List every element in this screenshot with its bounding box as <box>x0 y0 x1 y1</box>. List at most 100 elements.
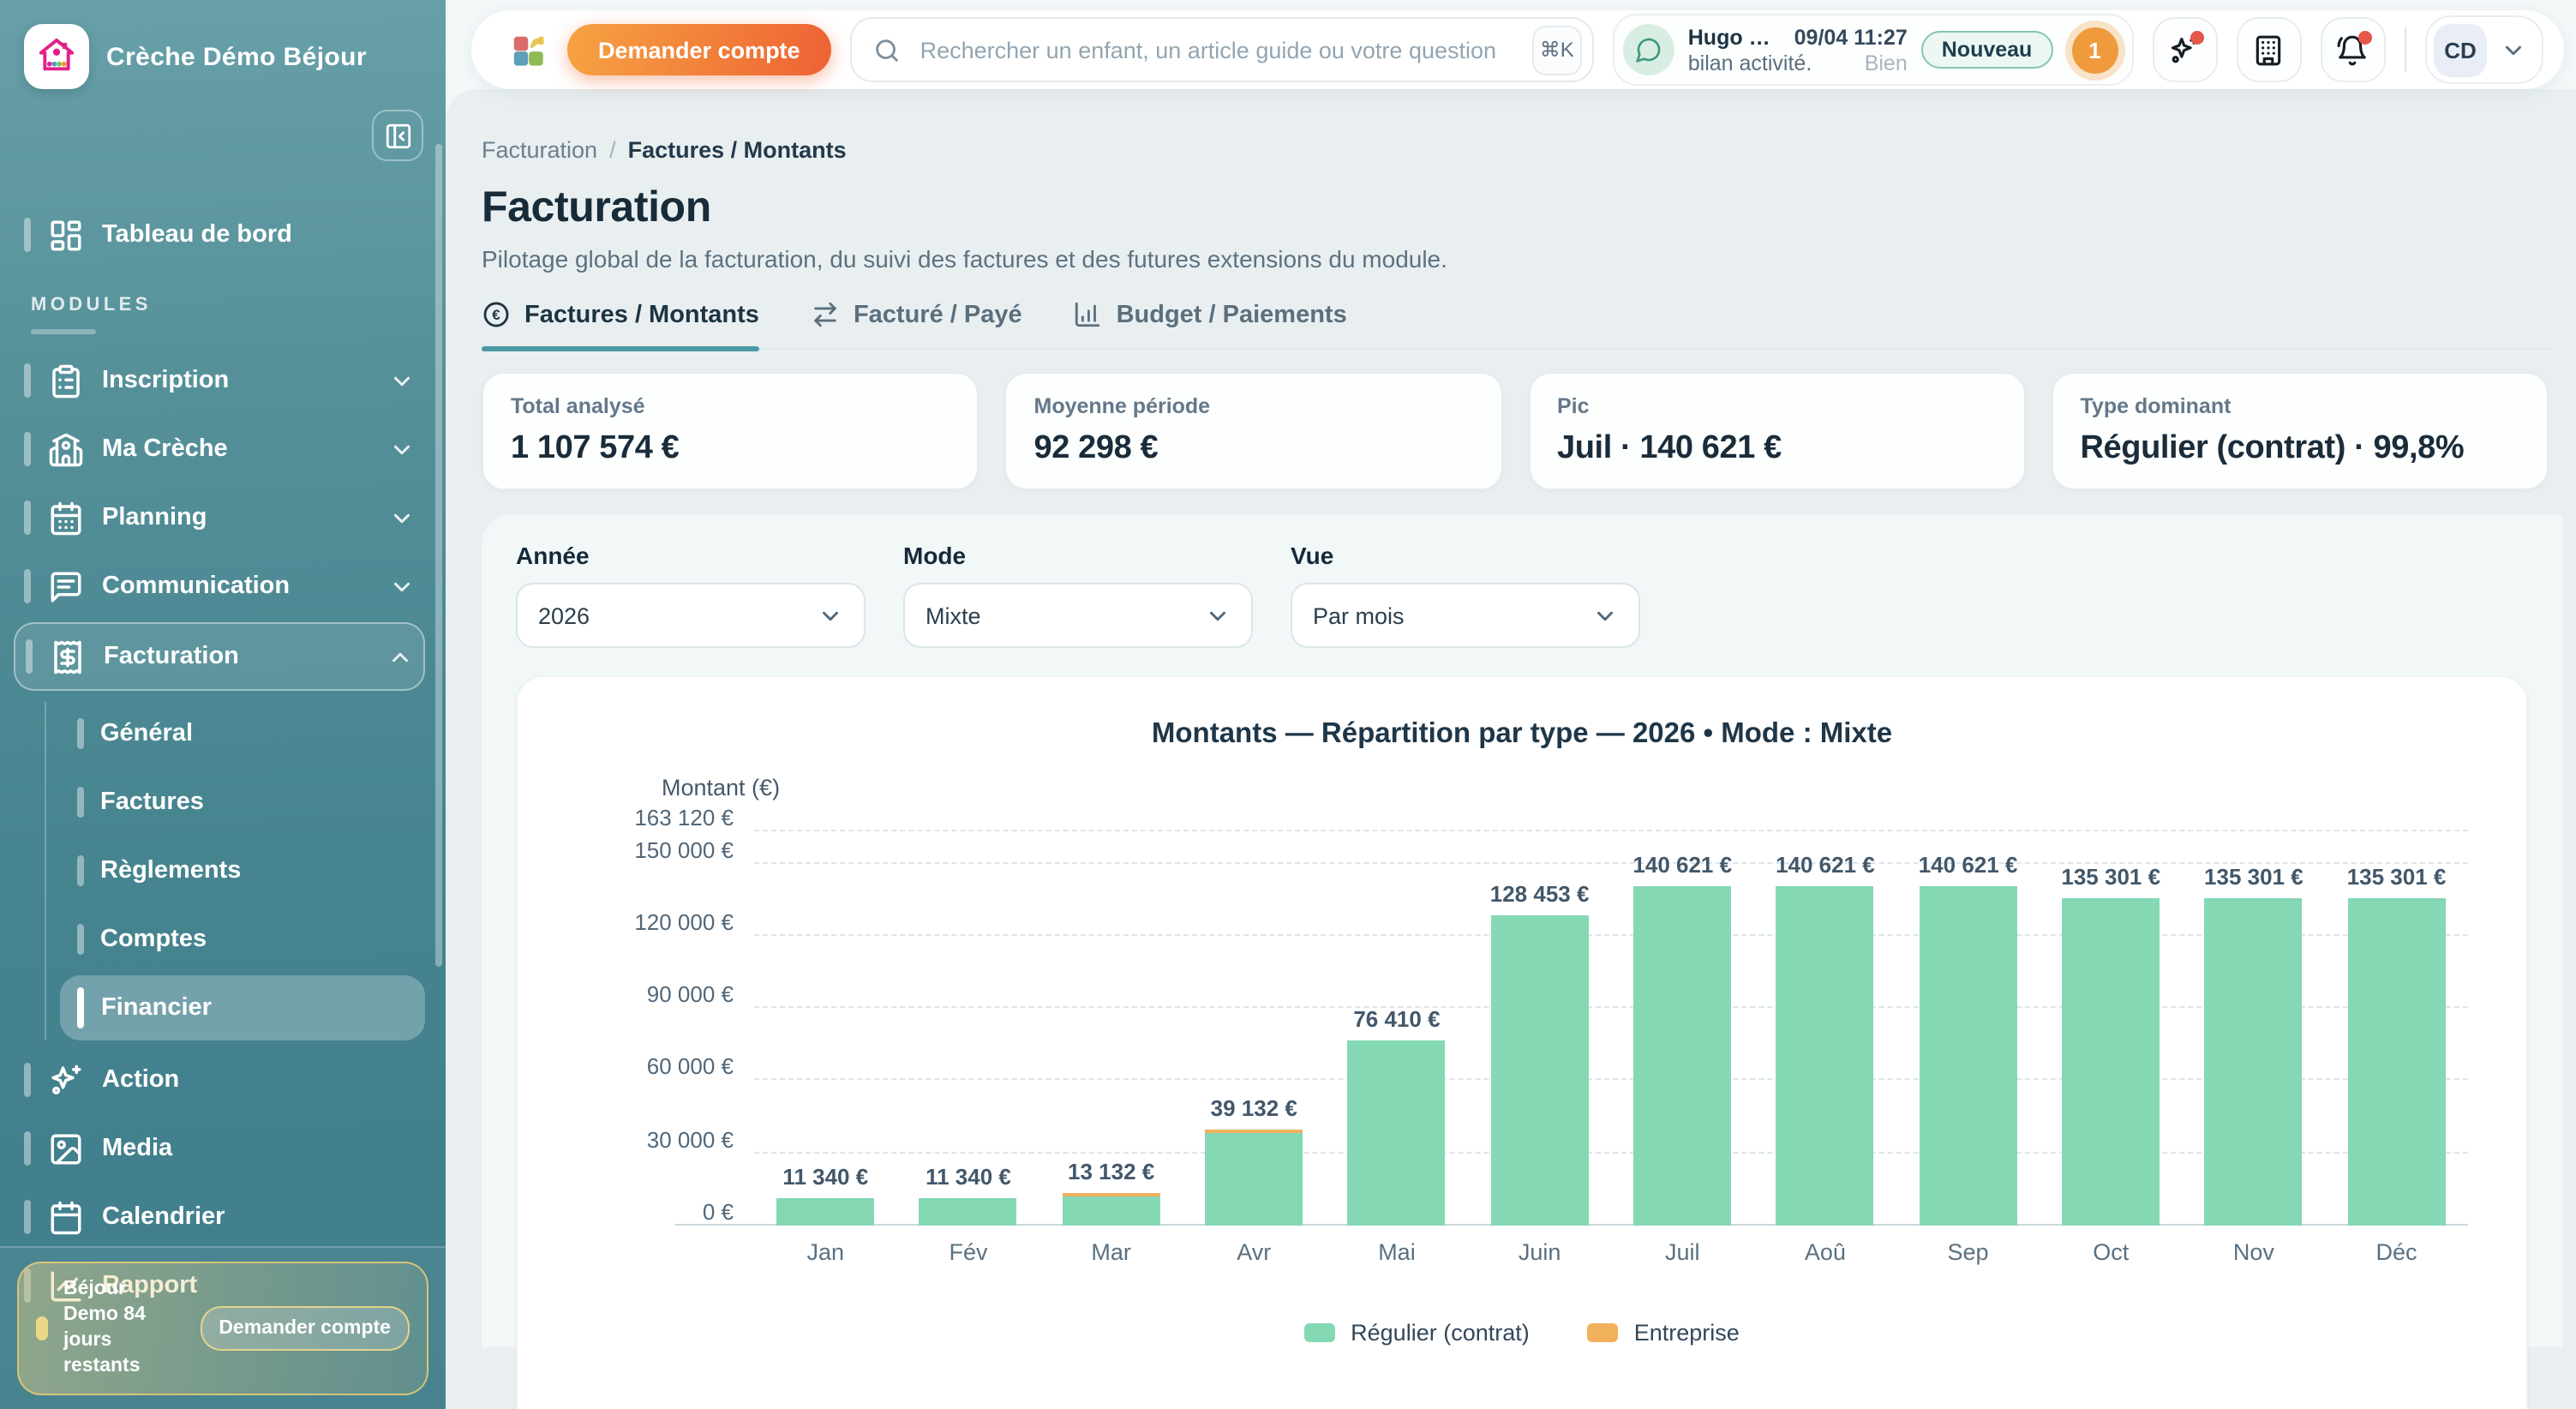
tab-label: Factures / Montants <box>524 301 759 328</box>
filter-select[interactable]: Par mois <box>1291 583 1640 648</box>
filter-année: Année2026 <box>516 542 866 648</box>
bar-segment-regulier <box>2205 898 2303 1226</box>
sidebar-subitem-label: Général <box>100 720 193 747</box>
sidebar-item-label: Tableau de bord <box>102 221 292 249</box>
filter-label: Vue <box>1291 542 1640 569</box>
sidebar-item-facturation[interactable]: Facturation <box>14 622 425 691</box>
stat-label: Moyenne période <box>1034 394 1474 418</box>
breadcrumb-separator: / <box>609 137 616 163</box>
sidebar-subitem-financier[interactable]: Financier <box>60 975 425 1040</box>
item-marker <box>24 1131 30 1166</box>
legend-label: Entreprise <box>1634 1320 1740 1346</box>
tab-label: Budget / Paiements <box>1117 301 1347 328</box>
bar-stack <box>1776 885 1874 1226</box>
search-bar[interactable]: ⌘K <box>850 17 1594 82</box>
sidebar-item-tableau-de-bord[interactable]: Tableau de bord <box>14 202 425 267</box>
app-window: Crèche Démo Béjour Tableau de bordMODULE… <box>0 0 2576 1409</box>
sidebar-subitem-general[interactable]: Général <box>60 701 425 766</box>
sidebar-scrollbar-thumb[interactable] <box>434 144 442 967</box>
chevron-down-icon <box>1592 603 1618 628</box>
search-icon <box>872 35 902 64</box>
tab-1[interactable]: Facturé / Payé <box>811 300 1022 348</box>
sidebar-subitem-label: Comptes <box>100 926 207 953</box>
sidebar-subitem-comptes[interactable]: Comptes <box>60 907 425 972</box>
bar-stack <box>2348 898 2446 1226</box>
item-marker <box>77 987 84 1028</box>
stat-label: Total analysé <box>511 394 950 418</box>
sidebar-subitem-reglements[interactable]: Règlements <box>60 838 425 903</box>
item-marker <box>77 855 83 886</box>
sidebar-nav: Tableau de bordMODULESInscriptionMa Crèc… <box>0 202 446 1322</box>
bar-segment-regulier <box>1491 915 1589 1226</box>
search-shortcut-badge: ⌘K <box>1532 25 1582 75</box>
sidebar-item-communication[interactable]: Communication <box>14 554 425 619</box>
legend-label: Régulier (contrat) <box>1351 1320 1530 1346</box>
receipt-icon <box>49 639 85 675</box>
panel-left-close-icon <box>383 121 412 150</box>
sidebar-subitem-label: Règlements <box>100 857 241 884</box>
chevron-down-icon <box>389 573 415 599</box>
sidebar-item-ma-creche[interactable]: Ma Crèche <box>14 417 425 482</box>
trial-dot-icon <box>36 1316 48 1340</box>
select-value: Par mois <box>1313 603 1405 628</box>
search-input[interactable] <box>917 35 1517 64</box>
chart-legend: Régulier (contrat) Entreprise <box>562 1320 2482 1346</box>
sidebar-item-label: Media <box>102 1135 172 1162</box>
notification-preview-text-2: Bien <box>1865 51 1908 75</box>
breadcrumb-parent[interactable]: Facturation <box>482 137 597 163</box>
bar-Sep: 140 621 € <box>1896 814 2040 1226</box>
bar-stack <box>1348 1041 1446 1226</box>
sparkles-icon <box>47 1062 83 1098</box>
bar-value-label: 140 621 € <box>1776 851 1875 877</box>
building-icon <box>2252 33 2285 66</box>
filter-mode: Mode Mixte <box>903 542 1253 648</box>
item-marker <box>77 787 83 818</box>
trial-request-account-button[interactable]: Demander compte <box>200 1306 410 1351</box>
topbar-divider <box>2404 27 2406 72</box>
filter-select[interactable]: Mixte <box>903 583 1253 648</box>
bar-Oct: 135 301 € <box>2040 814 2183 1226</box>
notification-count-badge: 1 <box>2071 27 2118 73</box>
sidebar-collapse-button[interactable] <box>372 110 423 161</box>
establishment-button[interactable] <box>2236 17 2301 82</box>
chevron-down-icon <box>1205 603 1231 628</box>
item-marker <box>24 501 30 535</box>
y-axis-tick: 120 000 € <box>579 909 754 935</box>
request-account-button[interactable]: Demander compte <box>567 24 831 75</box>
trial-text: Béjour Demo 84 jours restants <box>63 1278 184 1381</box>
bar-Avr: 39 132 € <box>1183 814 1326 1226</box>
notification-preview[interactable]: Hugo … 09/04 11:27 bilan activité. Bien … <box>1613 14 2134 86</box>
legend-item: Entreprise <box>1588 1320 1740 1346</box>
chevron-down-icon <box>2501 37 2526 63</box>
filter-select[interactable]: 2026 <box>516 583 866 648</box>
sidebar-item-calendrier[interactable]: Calendrier <box>14 1184 425 1250</box>
bar-Déc: 135 301 € <box>2325 814 2468 1226</box>
bar-chart-icon <box>1074 300 1103 329</box>
sidebar-item-media[interactable]: Media <box>14 1116 425 1181</box>
sidebar-item-planning[interactable]: Planning <box>14 485 425 550</box>
profile-menu[interactable]: CD <box>2425 15 2543 84</box>
analytics-panel: Année2026ModeMixteVuePar mois Montants —… <box>482 514 2562 1347</box>
chart-plot-area: 163 120 €150 000 €120 000 €90 000 €60 00… <box>754 814 2468 1226</box>
notifications-button[interactable] <box>2320 17 2385 82</box>
bar-value-label: 135 301 € <box>2204 864 2303 890</box>
tab-2[interactable]: Budget / Paiements <box>1074 300 1347 348</box>
tab-0[interactable]: €Factures / Montants <box>482 300 759 348</box>
sidebar-subitem-label: Financier <box>101 994 212 1022</box>
bar-value-label: 128 453 € <box>1490 881 1590 907</box>
bar-value-label: 135 301 € <box>2347 864 2447 890</box>
sidebar-item-action[interactable]: Action <box>14 1047 425 1112</box>
sidebar-subitem-factures[interactable]: Factures <box>60 770 425 835</box>
bar-value-label: 140 621 € <box>1919 851 2018 877</box>
bar-Jan: 11 340 € <box>754 814 897 1226</box>
actions-button[interactable] <box>2152 17 2217 82</box>
bar-stack <box>1920 885 2017 1226</box>
trial-banner: Béjour Demo 84 jours restants Demander c… <box>17 1262 428 1396</box>
filter-label: Mode <box>903 542 1253 569</box>
notification-sender: Hugo … <box>1688 25 1770 49</box>
x-axis-tick: Fév <box>897 1239 1040 1265</box>
image-icon <box>47 1130 83 1166</box>
x-axis-tick: Déc <box>2325 1239 2468 1265</box>
bar-segment-regulier <box>1633 885 1731 1226</box>
sidebar-item-inscription[interactable]: Inscription <box>14 348 425 413</box>
